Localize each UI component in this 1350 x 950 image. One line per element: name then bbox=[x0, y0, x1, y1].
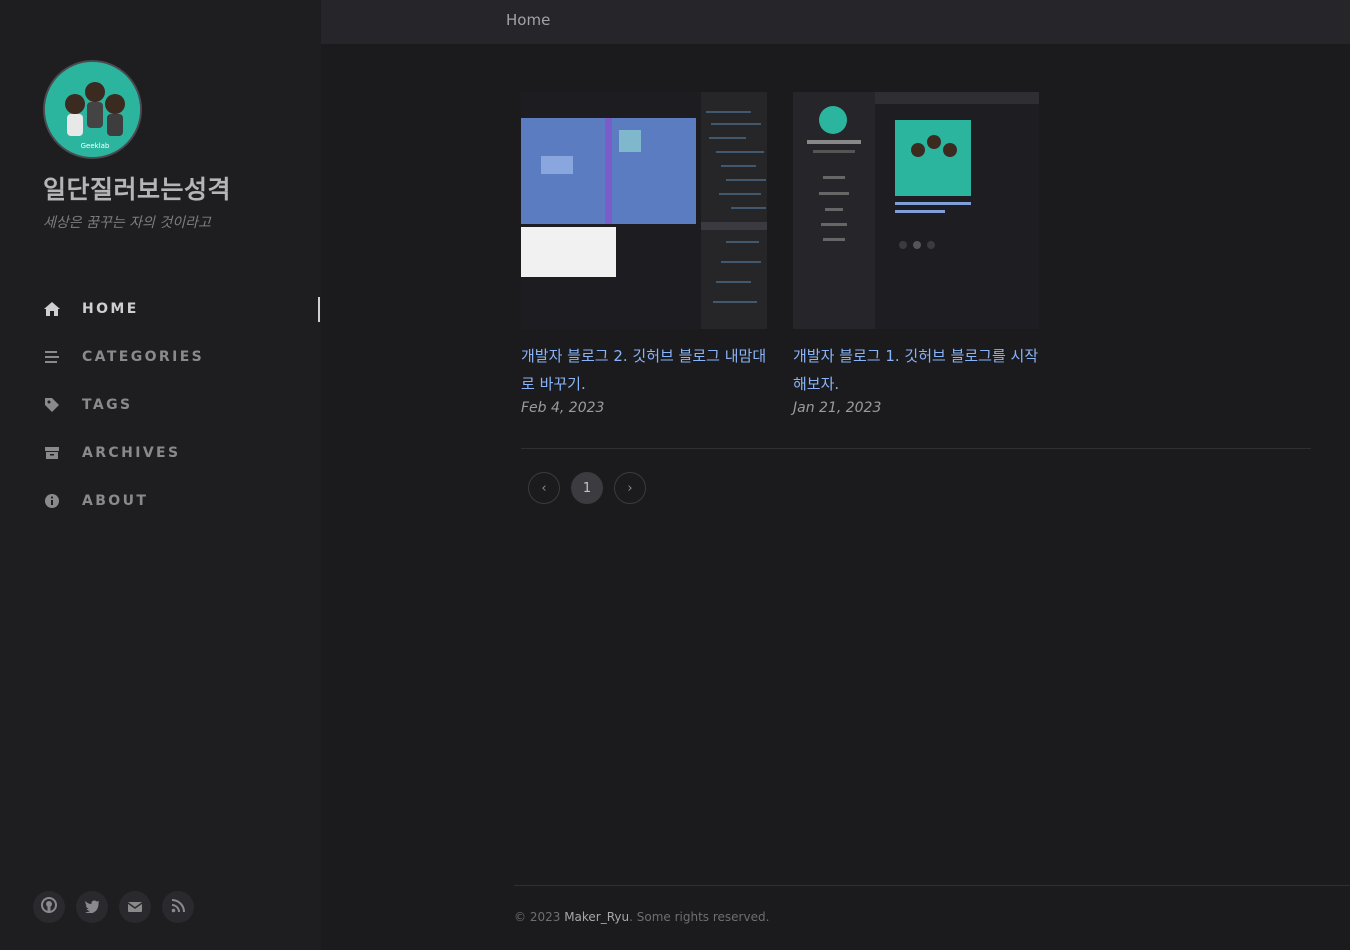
footer-rights: . Some rights reserved. bbox=[629, 910, 770, 924]
sidebar-nav: HOME CATEGORIES TAGS ARCHIVES ABOUT bbox=[0, 285, 321, 525]
footer-divider bbox=[514, 885, 1350, 886]
twitter-button[interactable] bbox=[76, 891, 108, 923]
pagination: ‹ 1 › bbox=[528, 472, 646, 504]
post-date: Feb 4, 2023 bbox=[521, 400, 605, 416]
twitter-icon bbox=[84, 898, 100, 917]
prev-page-button: ‹ bbox=[528, 472, 560, 504]
breadcrumb: Home bbox=[506, 11, 551, 29]
sidebar-item-about[interactable]: ABOUT bbox=[0, 477, 321, 525]
page-number-button[interactable]: 1 bbox=[571, 472, 603, 504]
sidebar-item-label: HOME bbox=[82, 301, 139, 317]
site-subtitle: 세상은 꿈꾸는 자의 것이라고 bbox=[43, 215, 211, 231]
post-card[interactable]: 개발자 블로그 1. 깃허브 블로그를 시작해보자. Jan 21, 2023 bbox=[793, 92, 1039, 416]
chevron-right-icon: › bbox=[627, 480, 633, 496]
sidebar-item-tags[interactable]: TAGS bbox=[0, 381, 321, 429]
sidebar-item-label: ABOUT bbox=[82, 493, 149, 509]
sidebar-item-home[interactable]: HOME bbox=[0, 285, 321, 333]
github-icon bbox=[41, 897, 57, 917]
rss-button[interactable] bbox=[162, 891, 194, 923]
sidebar-item-label: ARCHIVES bbox=[82, 445, 181, 461]
tag-icon bbox=[43, 396, 61, 414]
sidebar: Geeklab 일단질러보는성격 세상은 꿈꾸는 자의 것이라고 HOME CA… bbox=[0, 0, 321, 950]
next-page-button: › bbox=[614, 472, 646, 504]
sidebar-item-archives[interactable]: ARCHIVES bbox=[0, 429, 321, 477]
site-title[interactable]: 일단질러보는성격 bbox=[43, 170, 231, 206]
social-links bbox=[33, 891, 194, 923]
sidebar-item-label: CATEGORIES bbox=[82, 349, 205, 365]
home-icon bbox=[43, 300, 61, 318]
archive-icon bbox=[43, 444, 61, 462]
footer: © 2023 Maker_Ryu. Some rights reserved. bbox=[514, 910, 769, 924]
stream-icon bbox=[43, 348, 61, 366]
sidebar-item-categories[interactable]: CATEGORIES bbox=[0, 333, 321, 381]
info-icon bbox=[43, 492, 61, 510]
post-title-link[interactable]: 개발자 블로그 1. 깃허브 블로그를 시작해보자. bbox=[793, 342, 1039, 398]
post-preview-image[interactable] bbox=[793, 92, 1039, 329]
rss-icon bbox=[171, 898, 185, 917]
footer-author-link[interactable]: Maker_Ryu bbox=[564, 910, 629, 924]
footer-copyright: © 2023 bbox=[514, 910, 561, 924]
chevron-left-icon: ‹ bbox=[541, 480, 547, 496]
avatar[interactable]: Geeklab bbox=[43, 60, 142, 159]
github-button[interactable] bbox=[33, 891, 65, 923]
email-button[interactable] bbox=[119, 891, 151, 923]
svg-text:Geeklab: Geeklab bbox=[81, 142, 110, 150]
sidebar-item-label: TAGS bbox=[82, 397, 133, 413]
post-title-link[interactable]: 개발자 블로그 2. 깃허브 블로그 내맘대로 바꾸기. bbox=[521, 342, 767, 398]
avatar-illustration: Geeklab bbox=[45, 62, 140, 157]
post-date: Jan 21, 2023 bbox=[793, 400, 882, 416]
content-divider bbox=[521, 448, 1311, 449]
topbar: Home bbox=[321, 0, 1350, 44]
email-icon bbox=[127, 898, 143, 917]
post-card[interactable]: 개발자 블로그 2. 깃허브 블로그 내맘대로 바꾸기. Feb 4, 2023 bbox=[521, 92, 767, 416]
post-preview-image[interactable] bbox=[521, 92, 767, 329]
